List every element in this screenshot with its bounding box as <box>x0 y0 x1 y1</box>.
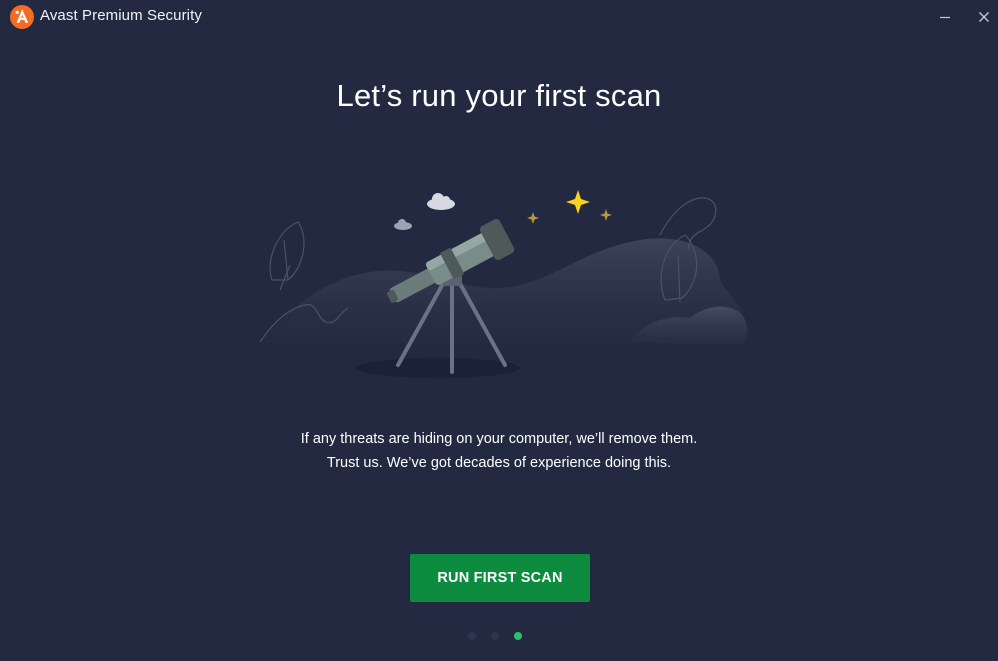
page-title: Let’s run your first scan <box>336 78 662 113</box>
pagination-dot-2[interactable] <box>491 632 499 640</box>
pagination-dots <box>468 632 532 642</box>
minimize-icon <box>940 16 950 19</box>
telescope-illustration <box>258 190 748 378</box>
star-icon <box>566 190 590 214</box>
pagination-dot-3-active[interactable] <box>514 632 522 640</box>
description-line-1: If any threats are hiding on your comput… <box>300 431 698 447</box>
close-button[interactable] <box>970 4 998 30</box>
app-title: Avast Premium Security <box>40 7 202 24</box>
small-cloud-icon <box>394 219 412 230</box>
small-star-icon <box>600 209 612 221</box>
close-icon <box>979 12 989 22</box>
minimize-button[interactable] <box>931 4 959 30</box>
pagination-dot-1[interactable] <box>468 632 476 640</box>
small-star-icon <box>527 212 539 224</box>
cloud-icon <box>427 193 455 210</box>
title-bar: Avast Premium Security <box>0 0 998 34</box>
description-line-2: Trust us. We’ve got decades of experienc… <box>326 455 672 471</box>
telescope-shadow <box>356 358 520 378</box>
app-window: Avast Premium Security Let’s run your fi… <box>0 0 998 661</box>
avast-logo-icon <box>10 5 34 29</box>
run-first-scan-button[interactable]: RUN FIRST SCAN <box>410 554 590 602</box>
